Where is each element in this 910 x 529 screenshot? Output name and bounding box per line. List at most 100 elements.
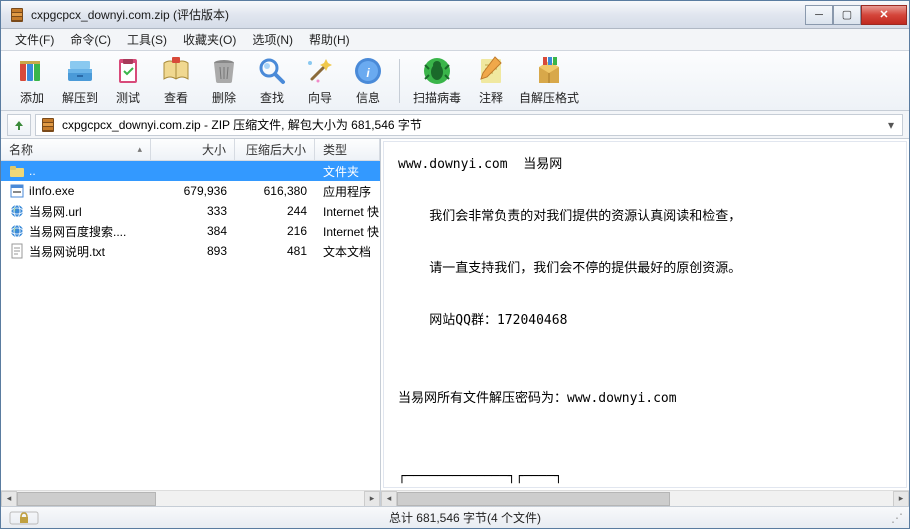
address-bar: cxpgcpcx_downyi.com.zip - ZIP 压缩文件, 解包大小… bbox=[1, 111, 909, 139]
close-button[interactable]: ✕ bbox=[861, 5, 907, 25]
add-button[interactable]: 添加 bbox=[9, 53, 55, 109]
file-packed bbox=[235, 169, 315, 173]
file-row[interactable]: 当易网.url 333244Internet 快 bbox=[1, 201, 380, 221]
clipboard-icon bbox=[112, 55, 144, 87]
file-size bbox=[151, 169, 235, 173]
file-type: Internet 快 bbox=[315, 201, 380, 222]
app-icon bbox=[9, 7, 25, 23]
up-button[interactable] bbox=[7, 114, 31, 136]
header-packed[interactable]: 压缩后大小 bbox=[235, 139, 315, 160]
scan-button[interactable]: 扫描病毒 bbox=[408, 53, 466, 109]
note-icon bbox=[475, 55, 507, 87]
menubar: 文件(F) 命令(C) 工具(S) 收藏夹(O) 选项(N) 帮助(H) bbox=[1, 29, 909, 51]
header-size[interactable]: 大小 bbox=[151, 139, 235, 160]
status-text: 总计 681,546 字节(4 个文件) bbox=[49, 509, 881, 526]
sort-indicator: ▴ bbox=[137, 144, 142, 155]
file-size: 333 bbox=[151, 202, 235, 220]
file-packed: 616,380 bbox=[235, 182, 315, 200]
file-packed: 244 bbox=[235, 202, 315, 220]
preview-scrollbar[interactable]: ◂ ▸ bbox=[381, 490, 909, 506]
sfx-button[interactable]: 自解压格式 bbox=[516, 53, 582, 109]
window-controls: ─ ▢ ✕ bbox=[805, 5, 907, 25]
file-type: 应用程序 bbox=[315, 181, 380, 202]
exe-icon bbox=[9, 183, 25, 199]
scroll-left[interactable]: ◂ bbox=[381, 491, 397, 507]
address-field[interactable]: cxpgcpcx_downyi.com.zip - ZIP 压缩文件, 解包大小… bbox=[35, 114, 903, 136]
horizontal-scrollbar[interactable]: ◂ ▸ bbox=[1, 490, 380, 506]
minimize-button[interactable]: ─ bbox=[805, 5, 833, 25]
bug-icon bbox=[421, 55, 453, 87]
file-size: 893 bbox=[151, 242, 235, 260]
statusbar: 总计 681,546 字节(4 个文件) ⋰ bbox=[1, 506, 909, 528]
menu-commands[interactable]: 命令(C) bbox=[62, 28, 119, 51]
content-area: 名称▴ 大小 压缩后大小 类型 .. 文件夹 iInfo.exe 679,936616… bbox=[1, 139, 909, 506]
header-name[interactable]: 名称▴ bbox=[1, 139, 151, 160]
file-type: Internet 快 bbox=[315, 221, 380, 242]
file-name: 当易网百度搜索.... bbox=[29, 223, 126, 240]
toolbar: 添加 解压到 测试 查看 删除 查找 向导 i信息 扫描病毒 注释 自解压格式 bbox=[1, 51, 909, 111]
box-icon bbox=[533, 55, 565, 87]
header-type[interactable]: 类型 bbox=[315, 139, 380, 160]
scroll-thumb[interactable] bbox=[17, 492, 156, 506]
lock-icon bbox=[9, 511, 39, 525]
scroll-track[interactable] bbox=[397, 492, 893, 506]
window-title: cxpgcpcx_downyi.com.zip (评估版本) bbox=[31, 6, 805, 23]
maximize-button[interactable]: ▢ bbox=[833, 5, 861, 25]
address-text: cxpgcpcx_downyi.com.zip - ZIP 压缩文件, 解包大小… bbox=[62, 116, 878, 133]
file-row[interactable]: 当易网说明.txt 893481文本文档 bbox=[1, 241, 380, 261]
find-button[interactable]: 查找 bbox=[249, 53, 295, 109]
extract-button[interactable]: 解压到 bbox=[57, 53, 103, 109]
file-list-pane: 名称▴ 大小 压缩后大小 类型 .. 文件夹 iInfo.exe 679,936616… bbox=[1, 139, 381, 506]
wand-icon bbox=[304, 55, 336, 87]
open-book-icon bbox=[160, 55, 192, 87]
menu-options[interactable]: 选项(N) bbox=[244, 28, 301, 51]
preview-pane: www.downyi.com 当易网 我们会非常负责的对我们提供的资源认真阅读和… bbox=[381, 139, 909, 506]
delete-button[interactable]: 删除 bbox=[201, 53, 247, 109]
file-packed: 481 bbox=[235, 242, 315, 260]
menu-tools[interactable]: 工具(S) bbox=[119, 28, 175, 51]
menu-help[interactable]: 帮助(H) bbox=[301, 28, 358, 51]
file-type: 文本文档 bbox=[315, 241, 380, 262]
info-icon: i bbox=[352, 55, 384, 87]
toolbar-separator bbox=[399, 59, 400, 103]
archive-icon bbox=[40, 117, 56, 133]
file-list[interactable]: .. 文件夹 iInfo.exe 679,936616,380应用程序当易网.url 3… bbox=[1, 161, 380, 490]
preview-text: www.downyi.com 当易网 我们会非常负责的对我们提供的资源认真阅读和… bbox=[383, 141, 907, 488]
file-name: 当易网.url bbox=[29, 203, 82, 220]
file-row[interactable]: .. 文件夹 bbox=[1, 161, 380, 181]
scroll-right[interactable]: ▸ bbox=[893, 491, 909, 507]
menu-favorites[interactable]: 收藏夹(O) bbox=[175, 28, 244, 51]
trash-icon bbox=[208, 55, 240, 87]
column-headers: 名称▴ 大小 压缩后大小 类型 bbox=[1, 139, 380, 161]
file-name: iInfo.exe bbox=[29, 184, 74, 198]
scroll-thumb[interactable] bbox=[397, 492, 670, 506]
test-button[interactable]: 测试 bbox=[105, 53, 151, 109]
url-icon bbox=[9, 223, 25, 239]
drawer-icon bbox=[64, 55, 96, 87]
file-size: 384 bbox=[151, 222, 235, 240]
file-name: .. bbox=[29, 164, 36, 178]
file-name: 当易网说明.txt bbox=[29, 243, 105, 260]
file-row[interactable]: iInfo.exe 679,936616,380应用程序 bbox=[1, 181, 380, 201]
file-packed: 216 bbox=[235, 222, 315, 240]
menu-file[interactable]: 文件(F) bbox=[7, 28, 62, 51]
app-window: cxpgcpcx_downyi.com.zip (评估版本) ─ ▢ ✕ 文件(… bbox=[0, 0, 910, 529]
address-dropdown[interactable]: ▾ bbox=[884, 118, 898, 132]
file-size: 679,936 bbox=[151, 182, 235, 200]
scroll-track[interactable] bbox=[17, 492, 364, 506]
scroll-right[interactable]: ▸ bbox=[364, 491, 380, 507]
books-icon bbox=[16, 55, 48, 87]
folder-icon bbox=[9, 163, 25, 179]
search-icon bbox=[256, 55, 288, 87]
url-icon bbox=[9, 203, 25, 219]
comment-button[interactable]: 注释 bbox=[468, 53, 514, 109]
file-row[interactable]: 当易网百度搜索.... 384216Internet 快 bbox=[1, 221, 380, 241]
titlebar: cxpgcpcx_downyi.com.zip (评估版本) ─ ▢ ✕ bbox=[1, 1, 909, 29]
wizard-button[interactable]: 向导 bbox=[297, 53, 343, 109]
view-button[interactable]: 查看 bbox=[153, 53, 199, 109]
scroll-left[interactable]: ◂ bbox=[1, 491, 17, 507]
info-button[interactable]: i信息 bbox=[345, 53, 391, 109]
txt-icon bbox=[9, 243, 25, 259]
file-type: 文件夹 bbox=[315, 161, 380, 182]
resize-grip[interactable]: ⋰ bbox=[891, 511, 901, 525]
